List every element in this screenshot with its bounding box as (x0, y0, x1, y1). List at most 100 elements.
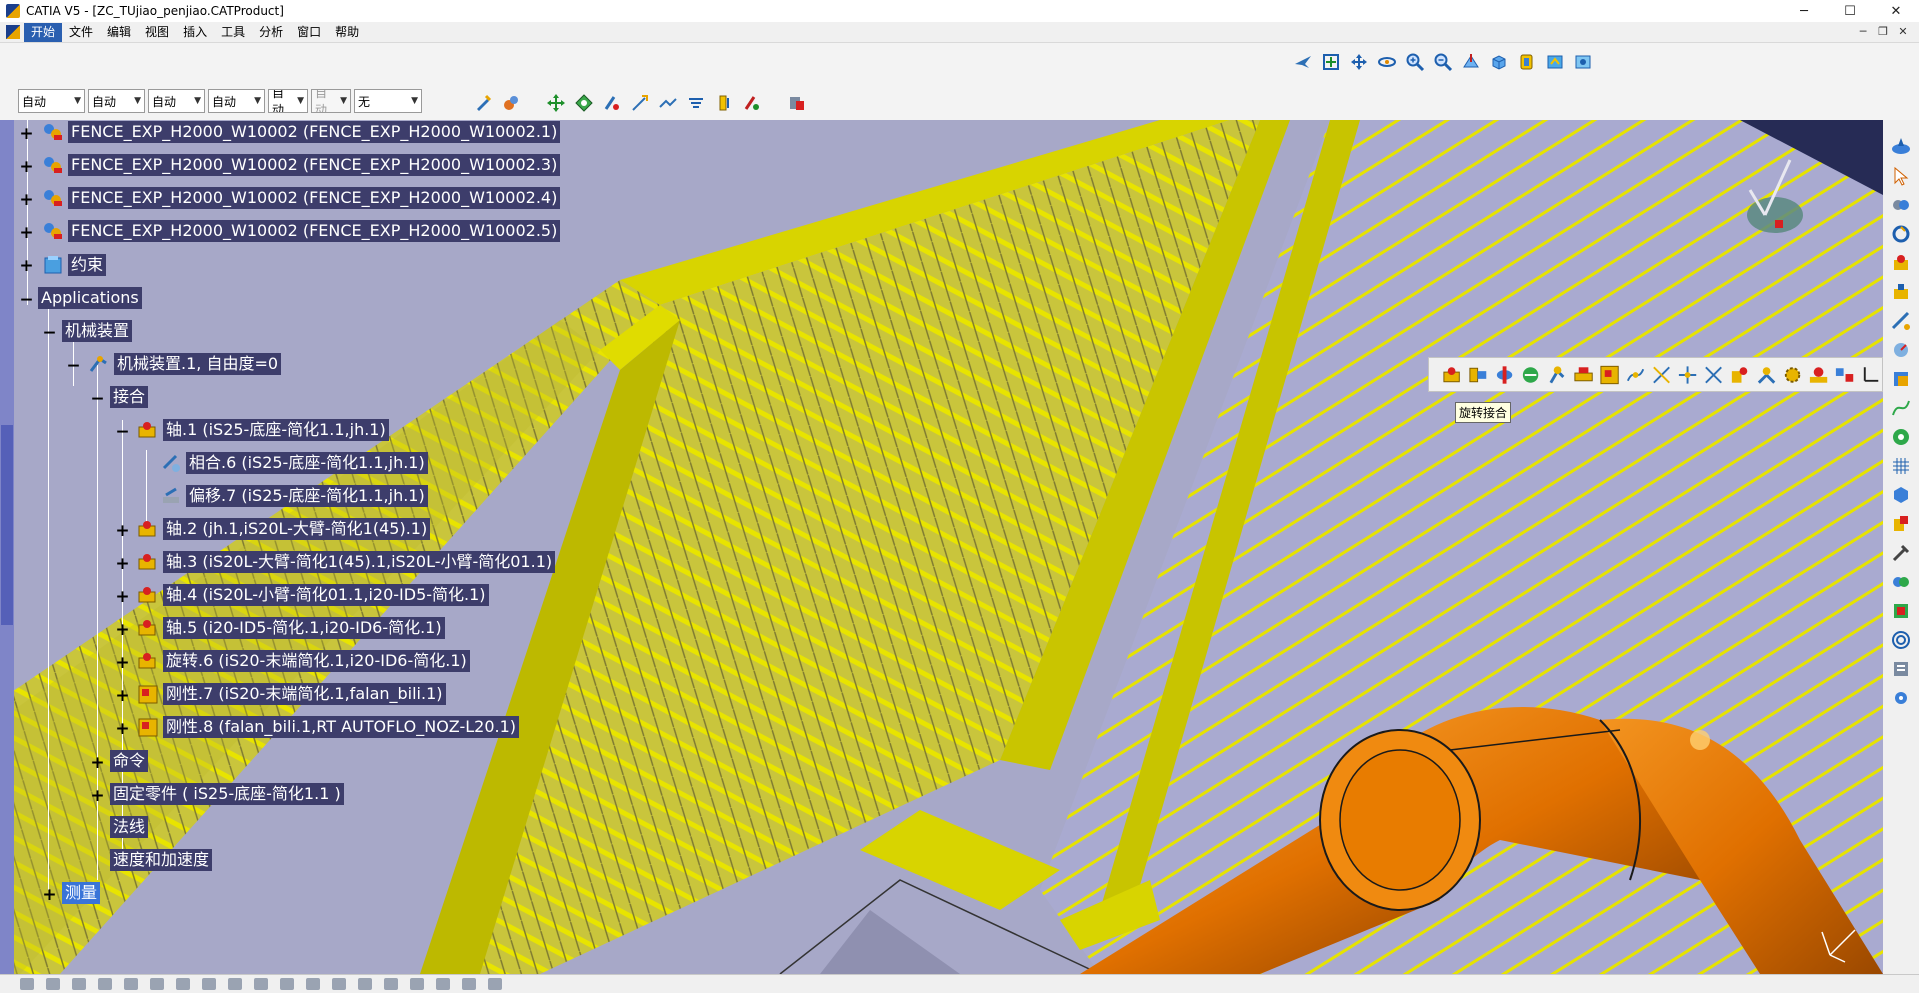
new-file-icon[interactable] (20, 978, 34, 990)
sensors-icon[interactable] (1890, 426, 1912, 448)
menu-file[interactable]: 文件 (62, 23, 100, 42)
section-view-icon[interactable] (306, 978, 320, 990)
explode-icon[interactable] (627, 90, 652, 115)
compass-tool-icon[interactable] (1890, 136, 1912, 158)
maximize-button[interactable]: ☐ (1827, 0, 1873, 22)
tree-node-fence-1[interactable]: FENCE_EXP_H2000_W10002 (FENCE_EXP_H2000_… (40, 120, 561, 144)
tree-node-measure[interactable]: 测量 (62, 881, 101, 905)
menu-start[interactable]: 开始 (24, 22, 63, 42)
linetype-dropdown[interactable]: 自动 ▼ (208, 89, 265, 113)
save-icon[interactable] (72, 978, 86, 990)
planar-joint-icon[interactable] (1572, 363, 1595, 387)
minimize-button[interactable]: ─ (1781, 0, 1827, 22)
tree-node-laws[interactable]: 法线 (110, 815, 149, 839)
tree-node-rigid-7[interactable]: 刚性.7 (iS20-末端简化.1,falan_bili.1) (135, 682, 446, 706)
trace-icon[interactable] (1890, 397, 1912, 419)
rack-joint-icon[interactable] (1807, 363, 1830, 387)
select-arrow-icon[interactable] (1890, 165, 1912, 187)
expand-fence-4[interactable]: + (19, 192, 34, 209)
rotate-icon[interactable] (1374, 49, 1399, 74)
tree-node-joint-3[interactable]: 轴.3 (iS20L-大臂-简化1(45).1,iS20L-小臂-简化01.1) (135, 550, 556, 574)
tree-node-rigid-8[interactable]: 刚性.8 (falan_bili.1,RT AUTOFLO_NOZ-L20.1) (135, 715, 520, 739)
section-icon[interactable] (683, 90, 708, 115)
prismatic-joint-icon[interactable] (1467, 363, 1490, 387)
update-icon[interactable] (384, 978, 398, 990)
distance-icon[interactable] (711, 90, 736, 115)
expand-joint-4[interactable]: + (115, 589, 130, 606)
help-icon[interactable] (254, 978, 268, 990)
mechanism-analysis-icon[interactable] (1890, 310, 1912, 332)
tree-node-commands[interactable]: 命令 (110, 749, 149, 773)
tree-node-joint-1[interactable]: 轴.1 (iS25-底座-简化1.1,jh.1) (135, 418, 389, 442)
expand-joint-3[interactable]: + (115, 556, 130, 573)
tree-node-joints[interactable]: 接合 (110, 385, 149, 409)
clash-detection-icon[interactable] (1890, 571, 1912, 593)
menu-help[interactable]: 帮助 (328, 23, 366, 42)
expand-fence-5[interactable]: + (19, 225, 34, 242)
constraint-icon[interactable] (436, 978, 450, 990)
snap-icon[interactable] (571, 90, 596, 115)
tree-node-constraints[interactable]: 约束 (40, 253, 107, 277)
zoom-in-icon[interactable] (1402, 49, 1427, 74)
expand-measure[interactable]: + (42, 887, 57, 904)
clash-icon[interactable] (655, 90, 680, 115)
simulation-icon[interactable] (1890, 194, 1912, 216)
catalog-icon[interactable] (739, 90, 764, 115)
tree-node-joint-2[interactable]: 轴.2 (jh.1,iS20L-大臂-简化1(45).1) (135, 517, 431, 541)
tree-node-fixed-part[interactable]: 固定零件 ( iS25-底座-简化1.1 ) (110, 782, 344, 806)
gear-joint-icon[interactable] (1781, 363, 1804, 387)
shading-icon[interactable] (1514, 49, 1539, 74)
tree-node-fence-4[interactable]: FENCE_EXP_H2000_W10002 (FENCE_EXP_H2000_… (40, 186, 561, 210)
hide-show-icon[interactable] (1542, 49, 1567, 74)
tree-node-coincidence-6[interactable]: 相合.6 (iS25-底座-简化1.1,jh.1) (158, 451, 428, 475)
fly-mode-icon[interactable] (1290, 49, 1315, 74)
simulate-with-commands-icon[interactable] (1890, 223, 1912, 245)
expand-commands[interactable]: + (90, 755, 105, 772)
point-curve-joint-icon[interactable] (1624, 363, 1647, 387)
iso-view-icon[interactable] (1486, 49, 1511, 74)
universal-joint-icon[interactable] (1728, 363, 1751, 387)
swap-space-icon[interactable] (1570, 49, 1595, 74)
menu-insert[interactable]: 插入 (176, 23, 214, 42)
3d-viewport[interactable]: + FENCE_EXP_H2000_W10002 (FENCE_EXP_H200… (0, 120, 1883, 974)
menu-window[interactable]: 窗口 (290, 23, 328, 42)
print-icon[interactable] (98, 978, 112, 990)
spiral-icon[interactable] (1890, 629, 1912, 651)
tree-node-joint-4[interactable]: 轴.4 (iS20L-小臂-简化01.1,i20-ID5-简化.1) (135, 583, 489, 607)
fit-all-icon[interactable] (1318, 49, 1343, 74)
settings-icon[interactable] (1890, 687, 1912, 709)
formula-icon[interactable] (358, 978, 372, 990)
table-icon[interactable] (332, 978, 346, 990)
catalog-browser-icon[interactable] (1890, 658, 1912, 680)
fill-color-dropdown[interactable]: 自动 ▼ (18, 89, 85, 113)
rigid-joint-icon[interactable] (1598, 363, 1621, 387)
manipulate-icon[interactable] (599, 90, 624, 115)
material-icon[interactable] (498, 90, 523, 115)
menu-tools[interactable]: 工具 (214, 23, 252, 42)
menu-analysis[interactable]: 分析 (252, 23, 290, 42)
expand-fixed-part[interactable]: + (90, 788, 105, 805)
simulation-tool-icon[interactable] (462, 978, 476, 990)
line-thickness-dropdown[interactable]: 自动 ▼ (148, 89, 205, 113)
measure-icon[interactable] (280, 978, 294, 990)
menu-view[interactable]: 视图 (138, 23, 176, 42)
collapse-joint-1[interactable]: − (115, 424, 130, 441)
collapse-joints[interactable]: − (90, 391, 105, 408)
revolute-joint-icon[interactable] (1441, 363, 1464, 387)
open-file-icon[interactable] (46, 978, 60, 990)
tree-node-applications[interactable]: Applications (38, 286, 142, 310)
distance-band-icon[interactable] (1890, 600, 1912, 622)
tree-node-mechanism-1[interactable]: 机械装置.1, 自由度=0 (86, 352, 282, 376)
doc-minimize-button[interactable]: ─ (1853, 22, 1873, 42)
cylindrical-joint-icon[interactable] (1493, 363, 1516, 387)
point-symbol-dropdown[interactable]: 自动 ▼ (268, 89, 308, 113)
screw-joint-icon[interactable] (1519, 363, 1542, 387)
cv-joint-icon[interactable] (1755, 363, 1778, 387)
doc-restore-button[interactable]: ❐ (1873, 22, 1893, 42)
expand-rigid-8[interactable]: + (115, 721, 130, 738)
close-button[interactable]: ✕ (1873, 0, 1919, 22)
record-simulation-icon[interactable] (1890, 281, 1912, 303)
sphere-joint-icon[interactable] (1546, 363, 1569, 387)
paint-brush-icon[interactable] (470, 90, 495, 115)
expand-fence-3[interactable]: + (19, 159, 34, 176)
